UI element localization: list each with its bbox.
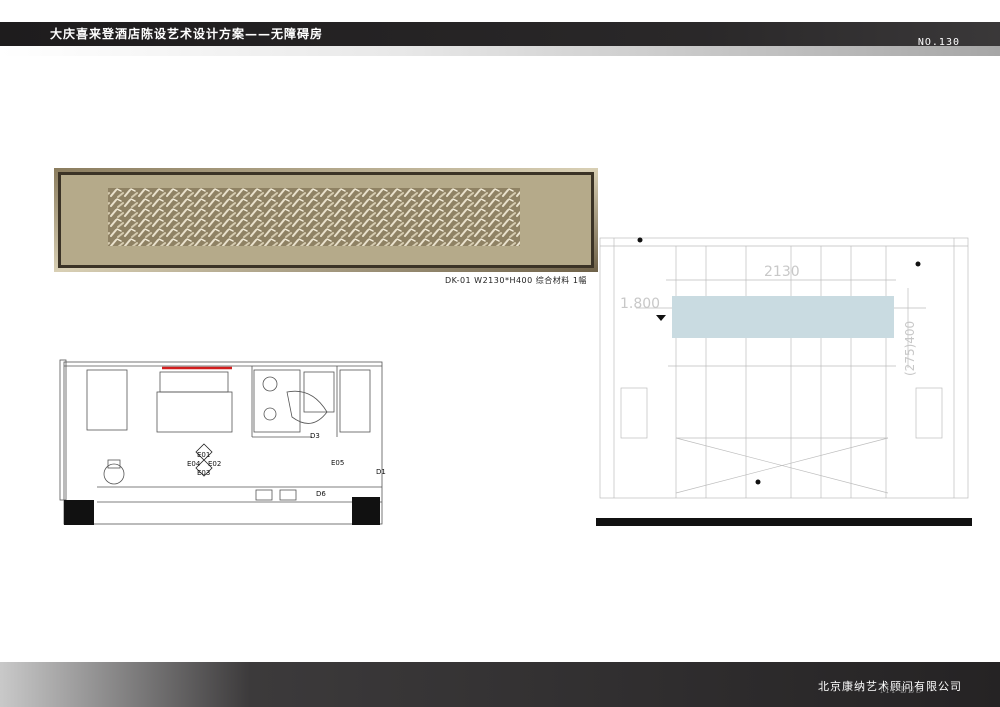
elevation-label-e05: E05 (331, 459, 344, 467)
artwork-placement-highlight (672, 296, 894, 338)
elevation-label-e04: E04 (187, 460, 201, 468)
header-gradient-strip (0, 46, 1000, 56)
door-label-d3: D3 (310, 432, 320, 440)
elevation-drawing: 2130 1.800 (275)400 (596, 237, 972, 526)
door-label-d6: D6 (316, 490, 326, 498)
page-title: 大庆喜来登酒店陈设艺术设计方案——无障碍房 (50, 27, 324, 41)
watermark: MT-BBS (880, 686, 923, 696)
artwork-image (54, 168, 598, 272)
artwork-caption: DK-01 W2130*H400 综合材料 1幅 (445, 276, 587, 285)
elevation-label-e02: E02 (208, 460, 221, 468)
height-marker: 1.800 (620, 296, 660, 312)
width-dimension: 2130 (764, 264, 800, 280)
artwork-height-dimension: (275)400 (903, 321, 917, 376)
elevation-label-e03: E03 (197, 469, 210, 477)
door-label-d1: D1 (376, 468, 386, 476)
floor-plan: E01 E02 E03 E04 E05 D1 D3 D6 (59, 359, 386, 525)
page-number: NO.130 (917, 37, 960, 48)
floor-line (596, 518, 972, 526)
elevation-label-e01: E01 (197, 451, 210, 459)
